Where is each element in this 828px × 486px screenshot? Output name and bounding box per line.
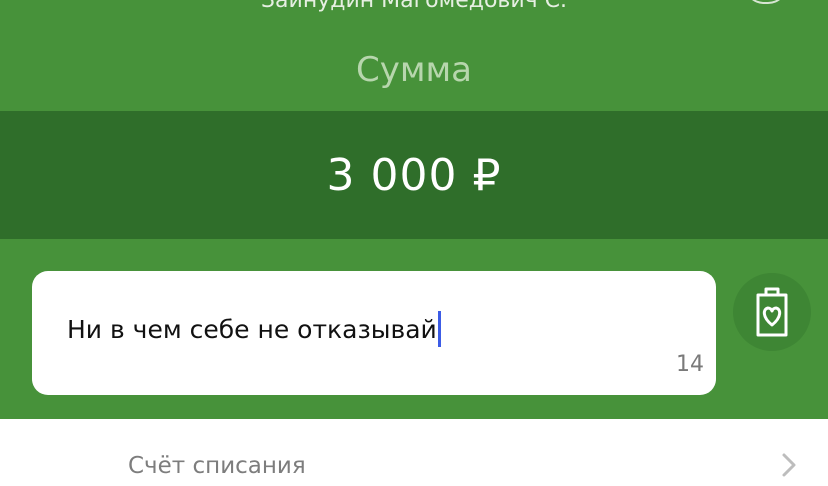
message-text-wrapper: Ни в чем себе не отказывай bbox=[67, 311, 441, 347]
debit-account-row[interactable]: Счёт списания bbox=[0, 419, 828, 486]
text-caret bbox=[437, 311, 441, 347]
chevron-right-icon bbox=[782, 453, 796, 477]
gift-card-button[interactable] bbox=[733, 273, 811, 351]
gift-card-icon bbox=[756, 287, 788, 337]
header-area: Зайнудин Магомедович С. Сумма bbox=[0, 0, 828, 111]
recipient-name: Зайнудин Магомедович С. bbox=[260, 0, 568, 13]
message-input[interactable]: Ни в чем себе не отказывай 14 bbox=[32, 271, 716, 395]
amount-label: Сумма bbox=[356, 50, 472, 90]
account-label: Счёт списания bbox=[128, 453, 306, 479]
message-text: Ни в чем себе не отказывай bbox=[67, 314, 437, 344]
amount-value[interactable]: 3 000 ₽ bbox=[0, 150, 828, 201]
transfer-screen: Зайнудин Магомедович С. Сумма 3 000 ₽ Ни… bbox=[0, 0, 828, 486]
character-counter: 14 bbox=[676, 352, 704, 377]
